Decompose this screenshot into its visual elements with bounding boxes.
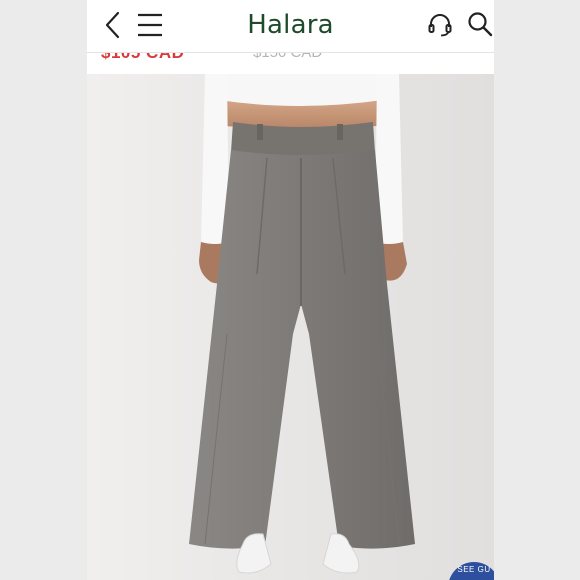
phone-screen: Halara $105 CAD $150 CAD SEE GU bbox=[87, 0, 494, 580]
right-margin bbox=[494, 0, 580, 580]
headset-support-icon[interactable] bbox=[427, 12, 453, 38]
product-image[interactable]: SEE GU bbox=[87, 74, 494, 580]
search-icon[interactable] bbox=[467, 11, 493, 37]
top-nav-bar: Halara bbox=[87, 0, 494, 53]
left-margin bbox=[0, 0, 87, 580]
original-price: $150 CAD bbox=[253, 52, 323, 61]
back-chevron-icon[interactable] bbox=[101, 10, 123, 40]
sale-price: $105 CAD bbox=[101, 52, 185, 62]
hamburger-menu-icon[interactable] bbox=[135, 10, 165, 40]
price-row: $105 CAD $150 CAD bbox=[87, 52, 494, 74]
